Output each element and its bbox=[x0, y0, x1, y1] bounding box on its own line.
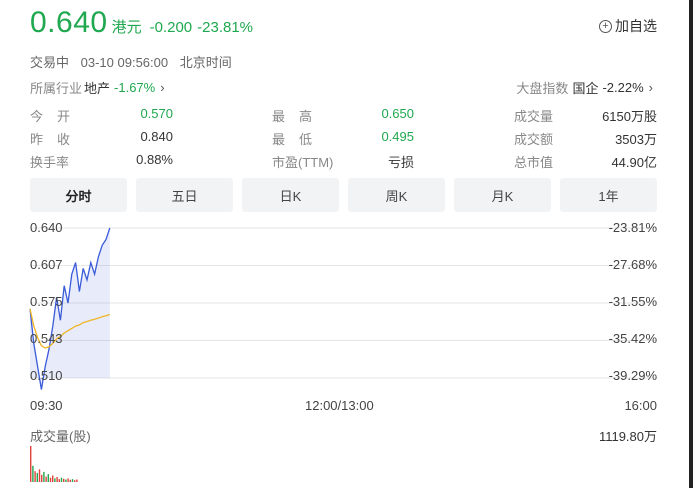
tab-1year[interactable]: 1年 bbox=[560, 178, 657, 212]
y-tick-right: -39.29% bbox=[608, 368, 657, 383]
volume-bar bbox=[30, 446, 32, 482]
volume-bar bbox=[76, 479, 78, 482]
volume-bar bbox=[43, 471, 45, 482]
volume-bar bbox=[49, 477, 52, 482]
y-tick-left: 0.510 bbox=[30, 368, 63, 383]
y-tick-right: -23.81% bbox=[608, 220, 657, 235]
volume-bar bbox=[74, 480, 76, 482]
stat-value-open: 0.570 bbox=[140, 106, 173, 121]
stat-value-high: 0.650 bbox=[381, 106, 414, 121]
y-tick-left: 0.640 bbox=[30, 220, 63, 235]
x-tick: 12:00/13:00 bbox=[305, 398, 374, 413]
stats-row: 今开 0.570 最高 0.650 成交量 6150万股 bbox=[30, 104, 657, 127]
volume-max-label: 1119.80万 bbox=[598, 429, 657, 444]
volume-bar bbox=[45, 476, 47, 482]
stat-value-market-cap: 44.90亿 bbox=[611, 155, 657, 170]
intraday-chart[interactable] bbox=[0, 218, 693, 398]
trading-status: 交易中 03-10 09:56:00 北京时间 bbox=[30, 52, 240, 71]
plus-circle-icon: + bbox=[599, 19, 612, 33]
volume-bar bbox=[67, 478, 69, 482]
chevron-right-icon: › bbox=[160, 80, 165, 95]
tab-5day[interactable]: 五日 bbox=[136, 178, 233, 212]
volume-bar bbox=[41, 474, 43, 482]
stat-value-turnover-rate: 0.88% bbox=[136, 152, 173, 167]
stat-label-market-cap: 总市值 bbox=[514, 155, 554, 170]
volume-bar bbox=[36, 473, 38, 482]
current-price: 0.640 bbox=[30, 6, 108, 39]
volume-bar bbox=[63, 478, 65, 482]
volume-bar bbox=[71, 479, 74, 482]
timezone-label: 北京时间 bbox=[179, 55, 232, 70]
stat-label-low: 最低 bbox=[272, 132, 327, 147]
y-tick-left: 0.607 bbox=[30, 257, 63, 272]
stat-label-turnover: 成交额 bbox=[514, 132, 554, 147]
index-name: 国企 bbox=[572, 81, 599, 96]
volume-bar bbox=[56, 477, 58, 482]
chart-period-tabs: 分时 五日 日K 周K 月K 1年 bbox=[30, 178, 657, 212]
price-change-pct: -23.81% bbox=[197, 19, 254, 36]
price-change: -0.200 bbox=[149, 19, 193, 36]
x-tick: 09:30 bbox=[30, 398, 63, 413]
volume-bar bbox=[47, 474, 49, 482]
x-tick: 16:00 bbox=[624, 398, 657, 413]
trading-state: 交易中 bbox=[30, 55, 70, 70]
stat-label-turnover-rate: 换手率 bbox=[30, 155, 70, 170]
index-label: 大盘指数 bbox=[516, 81, 569, 96]
stat-value-prev-close: 0.840 bbox=[140, 129, 173, 144]
stats-grid: 今开 0.570 最高 0.650 成交量 6150万股 昨收 0.840 最低… bbox=[30, 104, 657, 173]
stat-label-open: 今开 bbox=[30, 109, 85, 124]
volume-bar bbox=[54, 478, 56, 482]
volume-bar bbox=[58, 479, 60, 482]
tab-intraday[interactable]: 分时 bbox=[30, 178, 127, 212]
stat-label-high: 最高 bbox=[272, 109, 327, 124]
stat-value-turnover: 3503万 bbox=[615, 132, 657, 147]
window-edge bbox=[689, 0, 693, 488]
stats-row: 昨收 0.840 最低 0.495 成交额 3503万 bbox=[30, 127, 657, 150]
chart-grid bbox=[30, 227, 657, 379]
volume-bar bbox=[34, 471, 36, 482]
volume-bar bbox=[69, 479, 71, 482]
stat-label-prev-close: 昨收 bbox=[30, 132, 85, 147]
add-to-watchlist-button[interactable]: + 加自选 bbox=[599, 16, 657, 36]
volume-bar bbox=[60, 477, 63, 482]
industry-change: -1.67% bbox=[114, 80, 156, 95]
tab-weekly-k[interactable]: 周K bbox=[348, 178, 445, 212]
y-tick-right: -31.55% bbox=[608, 294, 657, 309]
volume-bar bbox=[52, 475, 54, 482]
industry-link[interactable]: 所属行业 地产 -1.67% › bbox=[30, 78, 165, 97]
y-tick-right: -27.68% bbox=[608, 257, 657, 272]
quote-header: 0.640 港元 -0.200 -23.81% bbox=[30, 6, 253, 44]
market-index-link[interactable]: 大盘指数 国企 -2.22% › bbox=[516, 78, 653, 97]
chevron-right-icon: › bbox=[648, 80, 653, 95]
currency-label: 港元 bbox=[111, 19, 142, 36]
volume-title: 成交量(股) bbox=[30, 429, 91, 444]
volume-bar bbox=[38, 469, 41, 482]
watchlist-label: 加自选 bbox=[615, 18, 657, 34]
industry-label: 所属行业 bbox=[30, 81, 83, 96]
stat-value-low: 0.495 bbox=[381, 129, 414, 144]
volume-chart bbox=[30, 446, 78, 482]
trading-datetime: 03-10 09:56:00 bbox=[80, 55, 169, 70]
y-tick-right: -35.42% bbox=[608, 331, 657, 346]
stat-value-volume: 6150万股 bbox=[602, 109, 657, 124]
y-tick-left: 0.543 bbox=[30, 331, 63, 346]
stat-value-pe: 亏损 bbox=[387, 155, 414, 170]
index-change: -2.22% bbox=[602, 80, 644, 95]
tab-daily-k[interactable]: 日K bbox=[242, 178, 339, 212]
stat-label-volume: 成交量 bbox=[514, 109, 554, 124]
tab-monthly-k[interactable]: 月K bbox=[454, 178, 551, 212]
stats-row: 换手率 0.88% 市盈(TTM) 亏损 总市值 44.90亿 bbox=[30, 150, 657, 173]
industry-name: 地产 bbox=[84, 81, 111, 96]
volume-bar bbox=[32, 465, 34, 482]
y-tick-left: 0.575 bbox=[30, 294, 63, 309]
stat-label-pe: 市盈(TTM) bbox=[272, 155, 334, 170]
volume-bar bbox=[65, 479, 67, 482]
